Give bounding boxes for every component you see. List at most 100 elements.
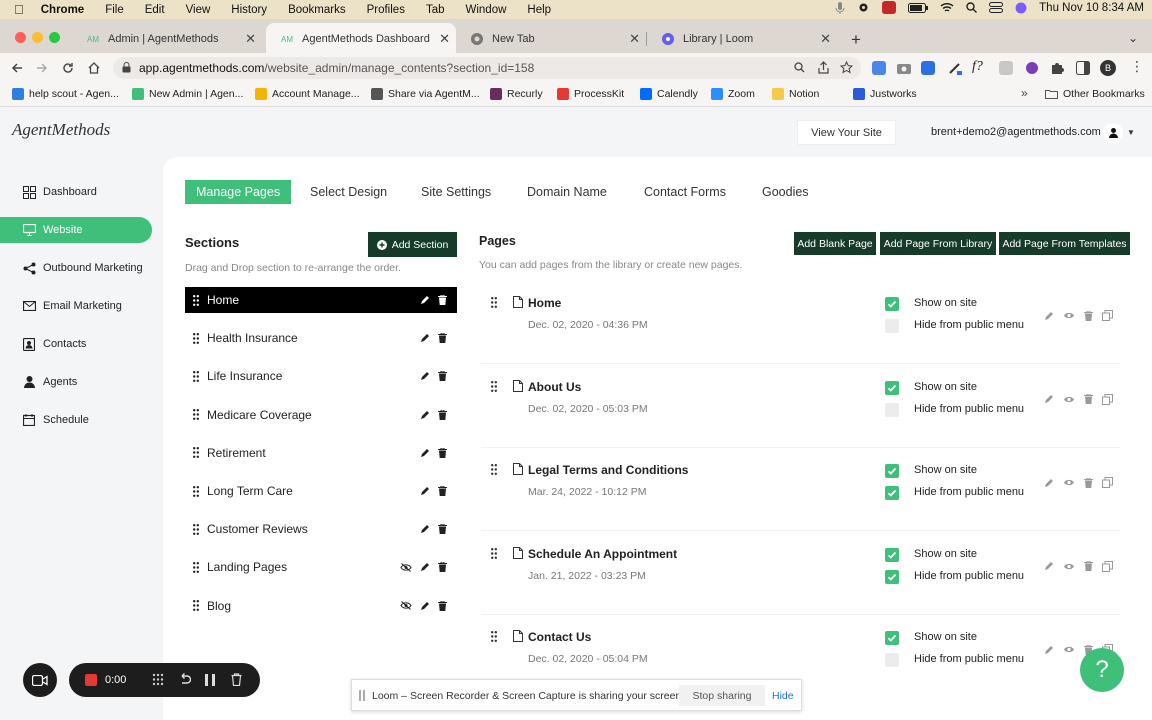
menubar-clock[interactable]: Thu Nov 10 8:34 AM: [1039, 2, 1144, 14]
tab-domain-name[interactable]: Domain Name: [527, 180, 607, 204]
delete-trash-icon[interactable]: [438, 409, 447, 420]
pause-icon[interactable]: [205, 674, 215, 686]
tab-manage-pages[interactable]: Manage Pages: [185, 180, 292, 204]
extension-2-icon[interactable]: [921, 61, 935, 75]
delete-trash-icon[interactable]: [438, 333, 447, 344]
hidden-eye-slash-icon[interactable]: [400, 601, 412, 610]
bookmark-item[interactable]: Recurly: [490, 88, 543, 100]
zoom-magnifier-icon[interactable]: [794, 62, 805, 73]
back-arrow-icon[interactable]: [9, 60, 25, 76]
lock-icon[interactable]: [122, 62, 131, 73]
delete-trash-icon[interactable]: [1084, 477, 1093, 488]
close-tab-icon[interactable]: ✕: [629, 31, 640, 47]
app-status-icon[interactable]: [882, 1, 897, 14]
address-bar[interactable]: app.agentmethods.com/website_admin/manag…: [113, 57, 861, 79]
siri-icon[interactable]: [1015, 2, 1027, 14]
menu-view[interactable]: View: [186, 4, 211, 16]
bookmark-item[interactable]: ProcessKit: [557, 88, 624, 100]
close-window-icon[interactable]: [15, 32, 26, 43]
tab-select-design[interactable]: Select Design: [310, 180, 387, 204]
gear-status-icon[interactable]: [857, 1, 870, 14]
spotlight-search-icon[interactable]: [966, 2, 978, 13]
bookmark-item[interactable]: New Admin | Agen...: [132, 88, 243, 100]
trash-icon[interactable]: [231, 673, 242, 686]
tab-new-tab[interactable]: New Tab ✕: [456, 23, 646, 55]
help-button[interactable]: ?: [1080, 648, 1124, 692]
bookmark-item[interactable]: Calendly: [640, 88, 698, 100]
delete-trash-icon[interactable]: [438, 371, 447, 382]
show-on-site-checkbox[interactable]: [885, 547, 899, 562]
section-row[interactable]: Medicare Coverage: [185, 402, 457, 428]
delete-trash-icon[interactable]: [438, 486, 447, 496]
delete-trash-icon[interactable]: [438, 447, 447, 458]
more-bookmarks-chevron-icon[interactable]: »: [1021, 86, 1028, 100]
drag-grip-icon[interactable]: [152, 673, 164, 686]
section-row[interactable]: Life Insurance: [185, 363, 457, 389]
edit-pencil-icon[interactable]: [1044, 478, 1054, 488]
section-row[interactable]: Landing Pages: [185, 554, 457, 580]
delete-trash-icon[interactable]: [1084, 394, 1093, 404]
bookmark-item[interactable]: Zoom: [711, 88, 755, 100]
show-on-site-checkbox[interactable]: [885, 464, 899, 478]
menu-help[interactable]: Help: [527, 4, 551, 16]
preview-eye-icon[interactable]: [1063, 395, 1075, 404]
edit-pencil-icon[interactable]: [420, 333, 430, 343]
bookmark-item[interactable]: Justworks: [853, 88, 917, 100]
bookmark-item[interactable]: Share via AgentM...: [371, 88, 480, 100]
pen-extension-icon[interactable]: [948, 61, 962, 75]
show-on-site-checkbox[interactable]: [885, 380, 899, 395]
bookmark-item[interactable]: Notion: [772, 88, 819, 100]
section-row[interactable]: Home: [185, 287, 457, 313]
menu-window[interactable]: Window: [466, 4, 507, 16]
hide-from-menu-checkbox[interactable]: [885, 653, 899, 667]
edit-pencil-icon[interactable]: [1044, 311, 1054, 321]
extension-3-icon[interactable]: [999, 61, 1013, 75]
battery-icon[interactable]: [908, 2, 929, 13]
edit-pencil-icon[interactable]: [420, 448, 430, 458]
page-name[interactable]: Schedule An Appointment: [528, 547, 677, 561]
menu-file[interactable]: File: [105, 4, 124, 16]
menu-app-name[interactable]: Chrome: [41, 4, 84, 16]
extension-4-icon[interactable]: [1025, 61, 1039, 75]
drag-handle-icon[interactable]: [191, 561, 201, 573]
chrome-menu-kebab-icon[interactable]: ⋮: [1130, 58, 1144, 75]
sidebar-item-contacts[interactable]: Contacts: [0, 331, 152, 357]
page-name[interactable]: Legal Terms and Conditions: [528, 463, 688, 477]
wifi-icon[interactable]: [940, 2, 954, 13]
menu-tab[interactable]: Tab: [426, 4, 445, 16]
add-page-from-library-button[interactable]: Add Page From Library: [880, 232, 996, 255]
duplicate-copy-icon[interactable]: [1102, 310, 1113, 321]
sidebar-item-website[interactable]: Website: [0, 217, 152, 243]
notice-grip-icon[interactable]: [359, 690, 365, 701]
close-tab-icon[interactable]: ✕: [820, 31, 831, 47]
preview-eye-icon[interactable]: [1063, 645, 1075, 654]
control-center-icon[interactable]: [989, 2, 1004, 13]
tab-agentmethods-dashboard[interactable]: AM AgentMethods Dashboard ✕: [266, 23, 456, 55]
edit-pencil-icon[interactable]: [420, 295, 430, 305]
menu-history[interactable]: History: [231, 4, 267, 16]
drag-handle-icon[interactable]: [191, 523, 201, 535]
page-name[interactable]: Home: [528, 296, 561, 310]
drag-handle-icon[interactable]: [191, 600, 201, 612]
tab-search-chevron-icon[interactable]: ⌄: [1128, 31, 1138, 45]
delete-trash-icon[interactable]: [438, 600, 447, 611]
edit-pencil-icon[interactable]: [1044, 561, 1054, 571]
duplicate-copy-icon[interactable]: [1102, 560, 1113, 572]
edit-pencil-icon[interactable]: [420, 410, 430, 420]
drag-handle-icon[interactable]: [491, 547, 497, 559]
duplicate-copy-icon[interactable]: [1102, 393, 1113, 405]
other-bookmarks-folder[interactable]: Other Bookmarks: [1045, 88, 1145, 100]
profile-avatar[interactable]: B: [1100, 60, 1116, 76]
page-name[interactable]: Contact Us: [528, 630, 591, 644]
sidebar-item-outbound-marketing[interactable]: Outbound Marketing: [0, 255, 152, 281]
drag-handle-icon[interactable]: [191, 409, 201, 421]
preview-eye-icon[interactable]: [1063, 562, 1075, 571]
hide-from-menu-checkbox[interactable]: [885, 569, 899, 584]
sidebar-item-schedule[interactable]: Schedule: [0, 407, 152, 433]
record-stop-icon[interactable]: [85, 674, 97, 686]
user-email[interactable]: brent+demo2@agentmethods.com: [931, 126, 1101, 138]
drag-handle-icon[interactable]: [191, 332, 201, 344]
show-on-site-checkbox[interactable]: [885, 297, 899, 311]
menu-profiles[interactable]: Profiles: [367, 4, 405, 16]
menu-bookmarks[interactable]: Bookmarks: [288, 4, 346, 16]
